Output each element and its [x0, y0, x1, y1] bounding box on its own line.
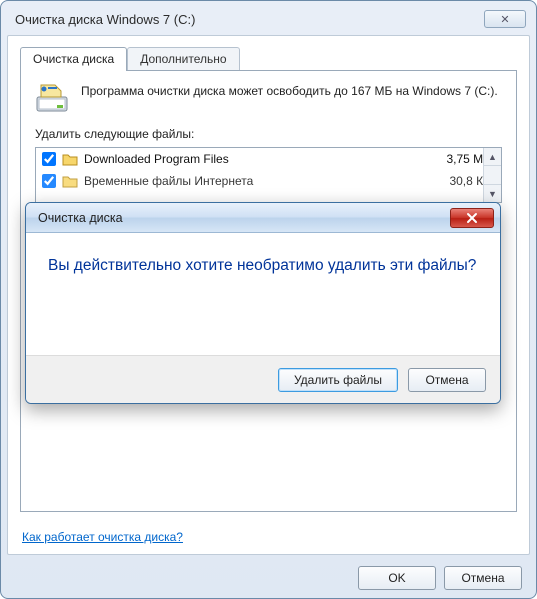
close-icon: ✕	[500, 13, 509, 26]
ok-button[interactable]: OK	[358, 566, 436, 590]
scrollbar[interactable]: ▲ ▼	[483, 148, 501, 202]
summary-text: Программа очистки диска может освободить…	[81, 83, 498, 99]
folder-icon	[62, 152, 78, 166]
cancel-button[interactable]: Отмена	[444, 566, 522, 590]
titlebar: Очистка диска Windows 7 (C:) ✕	[7, 7, 530, 35]
list-checkbox[interactable]	[42, 174, 56, 188]
list-item-name: Временные файлы Интернета	[84, 174, 425, 188]
help-link[interactable]: Как работает очистка диска?	[22, 530, 183, 544]
dialog-buttons: OK Отмена	[358, 566, 522, 590]
scroll-up-button[interactable]: ▲	[484, 148, 501, 166]
confirm-titlebar: Очистка диска	[26, 203, 500, 233]
scroll-down-button[interactable]: ▼	[484, 184, 501, 202]
tab-more-options[interactable]: Дополнительно	[127, 47, 239, 71]
confirm-body: Вы действительно хотите необратимо удали…	[26, 233, 500, 355]
confirm-message: Вы действительно хотите необратимо удали…	[48, 255, 478, 277]
folder-icon	[62, 174, 78, 188]
file-list: Downloaded Program Files 3,75 МБ Временн…	[35, 147, 502, 203]
confirm-close-button[interactable]	[450, 208, 494, 228]
list-item[interactable]: Временные файлы Интернета 30,8 КБ	[36, 170, 501, 192]
list-item-name: Downloaded Program Files	[84, 152, 425, 166]
close-icon	[465, 212, 479, 224]
drive-icon	[35, 83, 69, 115]
confirm-title: Очистка диска	[38, 211, 123, 225]
confirm-cancel-button[interactable]: Отмена	[408, 368, 486, 392]
window-title: Очистка диска Windows 7 (C:)	[15, 12, 195, 27]
list-item[interactable]: Downloaded Program Files 3,75 МБ	[36, 148, 501, 170]
window-close-button[interactable]: ✕	[484, 10, 526, 28]
tab-strip: Очистка диска Дополнительно	[20, 47, 517, 71]
confirm-dialog: Очистка диска Вы действительно хотите не…	[25, 202, 501, 404]
disk-cleanup-window: Очистка диска Windows 7 (C:) ✕ Очистка д…	[0, 0, 537, 599]
list-label: Удалить следующие файлы:	[35, 127, 502, 141]
tab-disk-cleanup[interactable]: Очистка диска	[20, 47, 127, 71]
delete-files-button[interactable]: Удалить файлы	[278, 368, 398, 392]
summary-row: Программа очистки диска может освободить…	[35, 83, 502, 115]
confirm-footer: Удалить файлы Отмена	[26, 355, 500, 403]
list-checkbox[interactable]	[42, 152, 56, 166]
